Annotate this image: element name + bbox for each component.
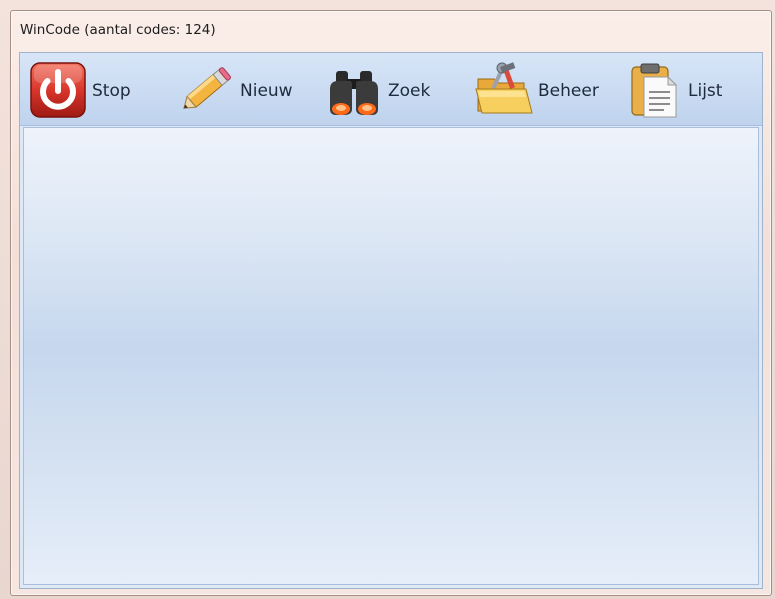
list-button[interactable]: Lijst [624,63,722,119]
main-toolbar: Stop Nieuw Zoek Beheer Lijst [20,53,762,126]
manage-button-label: Beheer [538,81,599,101]
search-button[interactable]: Zoek [324,63,430,119]
new-button[interactable]: Nieuw [176,63,293,119]
list-button-label: Lijst [688,81,723,101]
clipboard-icon [631,63,678,118]
window-title: WinCode (aantal codes: 124) [20,22,216,38]
binoculars-icon [330,71,378,115]
stop-button-label: Stop [92,81,131,101]
wincode-window: WinCode (aantal codes: 124) Stop Nieuw Z… [10,10,772,596]
search-button-label: Zoek [388,81,431,101]
folder-tools-icon [475,62,533,114]
pencil-icon [183,67,231,109]
client-area: Stop Nieuw Zoek Beheer Lijst [19,52,763,589]
title-bar[interactable]: WinCode (aantal codes: 124) [11,11,771,51]
manage-button[interactable]: Beheer [474,62,599,119]
power-icon [30,62,86,118]
new-button-label: Nieuw [240,81,293,101]
stop-button[interactable]: Stop [28,62,131,119]
main-content-panel [23,127,759,585]
